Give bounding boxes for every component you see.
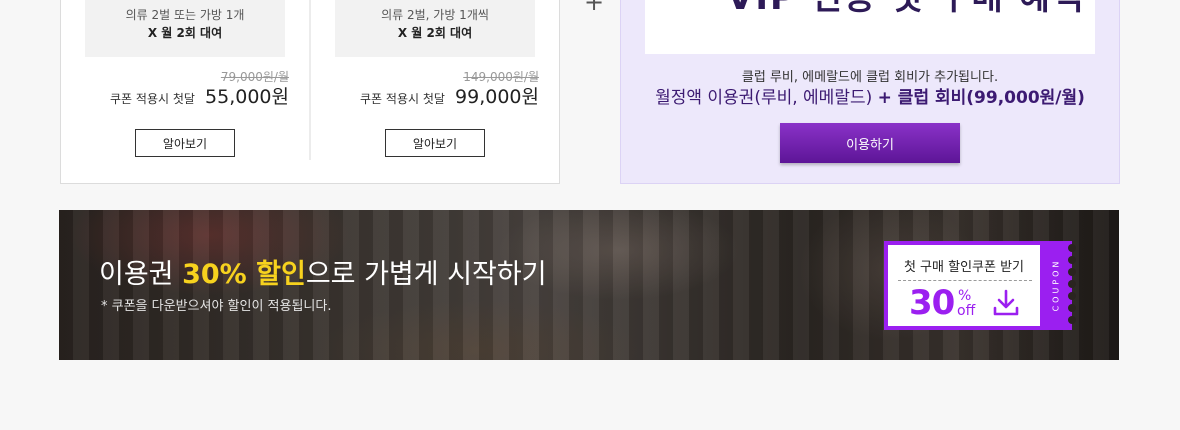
coupon-notch [1068, 280, 1076, 288]
banner-title: 이용권 30% 할인으로 가볍게 시작하기 [99, 252, 547, 291]
plan-coupon-price: 55,000원 [205, 86, 289, 108]
coupon-discount-number: 30 [909, 283, 955, 323]
coupon-notch [1068, 304, 1076, 312]
vip-header-panel: VIP 전용 첫 구매 혜택 [645, 0, 1095, 54]
coupon-title: 첫 구매 할인쿠폰 받기 [903, 260, 1025, 275]
coupon-body: 첫 구매 할인쿠폰 받기 30 % off [884, 241, 1040, 330]
plan-frequency: X 월 2회 대여 [147, 26, 223, 40]
coupon-off-label: off [957, 303, 976, 319]
coupon-notch [1068, 244, 1076, 252]
coupon-stub-label: COUPON [1051, 258, 1061, 312]
plan-summary: 의류 2벌, 가방 1개씩 X 월 2회 대여 [335, 0, 535, 57]
learn-more-button[interactable]: 알아보기 [135, 129, 235, 157]
coupon-download-card[interactable]: 첫 구매 할인쿠폰 받기 30 % off COUPON [884, 241, 1076, 330]
plan-coupon-price-row: 쿠폰 적용시 첫달 55,000원 [110, 82, 289, 109]
banner-title-highlight: 30% 할인 [182, 259, 306, 290]
plan-card-basic: 의류 2벌 또는 가방 1개 X 월 2회 대여 79,000원/월 쿠폰 적용… [85, 0, 305, 160]
vip-price-club-fee: + 클럽 회비(99,000원/월) [877, 88, 1085, 108]
vip-offer-box: VIP 전용 첫 구매 혜택 클럽 루비, 에메랄드에 클럽 회비가 추가됩니다… [620, 0, 1120, 184]
banner-title-suffix: 으로 가볍게 시작하기 [305, 259, 547, 290]
vip-header-text: VIP 전용 첫 구매 혜택 [727, 0, 1085, 19]
vip-price-summary: 월정액 이용권(루비, 에메랄드) + 클럽 회비(99,000원/월) [621, 83, 1119, 108]
coupon-notch [1068, 292, 1076, 300]
banner-note: * 쿠폰을 다운받으셔야 할인이 적용됩니다. [101, 299, 332, 314]
vip-price-plans: 월정액 이용권(루비, 에메랄드) [655, 88, 878, 108]
banner-title-prefix: 이용권 [99, 259, 183, 290]
download-icon[interactable] [992, 289, 1020, 317]
coupon-notch [1068, 256, 1076, 264]
membership-plans-box: 의류 2벌 또는 가방 1개 X 월 2회 대여 79,000원/월 쿠폰 적용… [60, 0, 560, 184]
learn-more-button[interactable]: 알아보기 [385, 129, 485, 157]
coupon-notch [1068, 268, 1076, 276]
coupon-banner: 이용권 30% 할인으로 가볍게 시작하기 * 쿠폰을 다운받으셔야 할인이 적… [59, 210, 1119, 360]
plan-description: 의류 2벌, 가방 1개씩 [381, 8, 489, 22]
plan-coupon-price-row: 쿠폰 적용시 첫달 99,000원 [360, 82, 539, 109]
plus-sign: + [584, 0, 605, 16]
plan-coupon-price: 99,000원 [455, 86, 539, 108]
use-button[interactable]: 이용하기 [780, 123, 960, 163]
coupon-percent-sign: % [958, 288, 972, 304]
plan-frequency: X 월 2회 대여 [397, 26, 473, 40]
coupon-divider [898, 280, 1032, 281]
plan-divider [309, 0, 311, 160]
plan-card-premium: 의류 2벌, 가방 1개씩 X 월 2회 대여 149,000원/월 쿠폰 적용… [335, 0, 555, 160]
coupon-stub: COUPON [1040, 241, 1076, 330]
plan-coupon-label: 쿠폰 적용시 첫달 [110, 92, 195, 106]
coupon-notch [1068, 316, 1076, 324]
plan-summary: 의류 2벌 또는 가방 1개 X 월 2회 대여 [85, 0, 285, 57]
plan-coupon-label: 쿠폰 적용시 첫달 [360, 92, 445, 106]
plan-description: 의류 2벌 또는 가방 1개 [125, 8, 245, 22]
